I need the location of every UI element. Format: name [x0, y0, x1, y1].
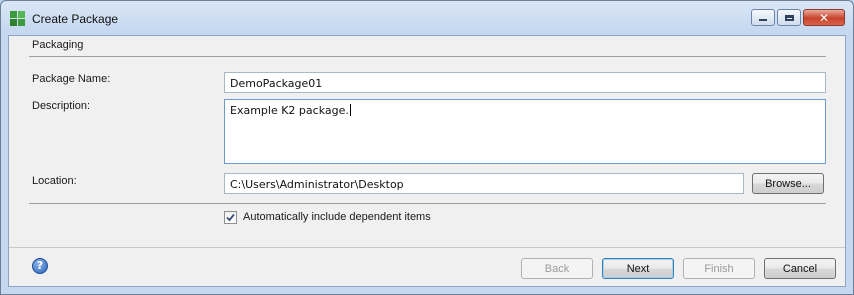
section-divider [29, 56, 826, 57]
minimize-button[interactable] [751, 9, 775, 26]
maximize-button[interactable] [777, 9, 801, 26]
next-button[interactable]: Next [602, 258, 674, 279]
include-dependent-checkbox[interactable] [224, 211, 237, 224]
package-name-input[interactable]: DemoPackage01 [224, 72, 826, 93]
close-button[interactable]: ✕ [803, 9, 845, 26]
location-input[interactable]: C:\Users\Administrator\Desktop [224, 173, 744, 194]
checkmark-icon [226, 213, 235, 222]
form-divider [29, 203, 826, 204]
help-icon[interactable]: ? [32, 258, 48, 274]
maximize-icon [784, 14, 794, 21]
cancel-button[interactable]: Cancel [764, 258, 836, 279]
location-label: Location: [32, 175, 77, 187]
window-controls: ✕ [751, 9, 845, 26]
browse-button[interactable]: Browse... [752, 173, 824, 194]
package-icon [10, 11, 26, 27]
title-bar[interactable]: Create Package ✕ [1, 1, 853, 35]
description-text: Example K2 package. [230, 104, 349, 117]
create-package-window: Create Package ✕ Packaging Package Name:… [0, 0, 854, 295]
package-name-label: Package Name: [32, 73, 111, 85]
close-icon: ✕ [818, 10, 830, 25]
description-label: Description: [32, 100, 91, 112]
footer-divider [9, 247, 845, 248]
dialog-content: Packaging Package Name: DemoPackage01 De… [8, 35, 846, 287]
back-button[interactable]: Back [521, 258, 593, 279]
finish-button[interactable]: Finish [683, 258, 755, 279]
include-dependent-label[interactable]: Automatically include dependent items [243, 211, 431, 223]
description-textarea[interactable]: Example K2 package. [224, 99, 826, 164]
text-caret [349, 104, 351, 116]
minimize-icon [759, 19, 767, 21]
section-title: Packaging [32, 39, 84, 51]
window-title: Create Package [32, 12, 119, 26]
